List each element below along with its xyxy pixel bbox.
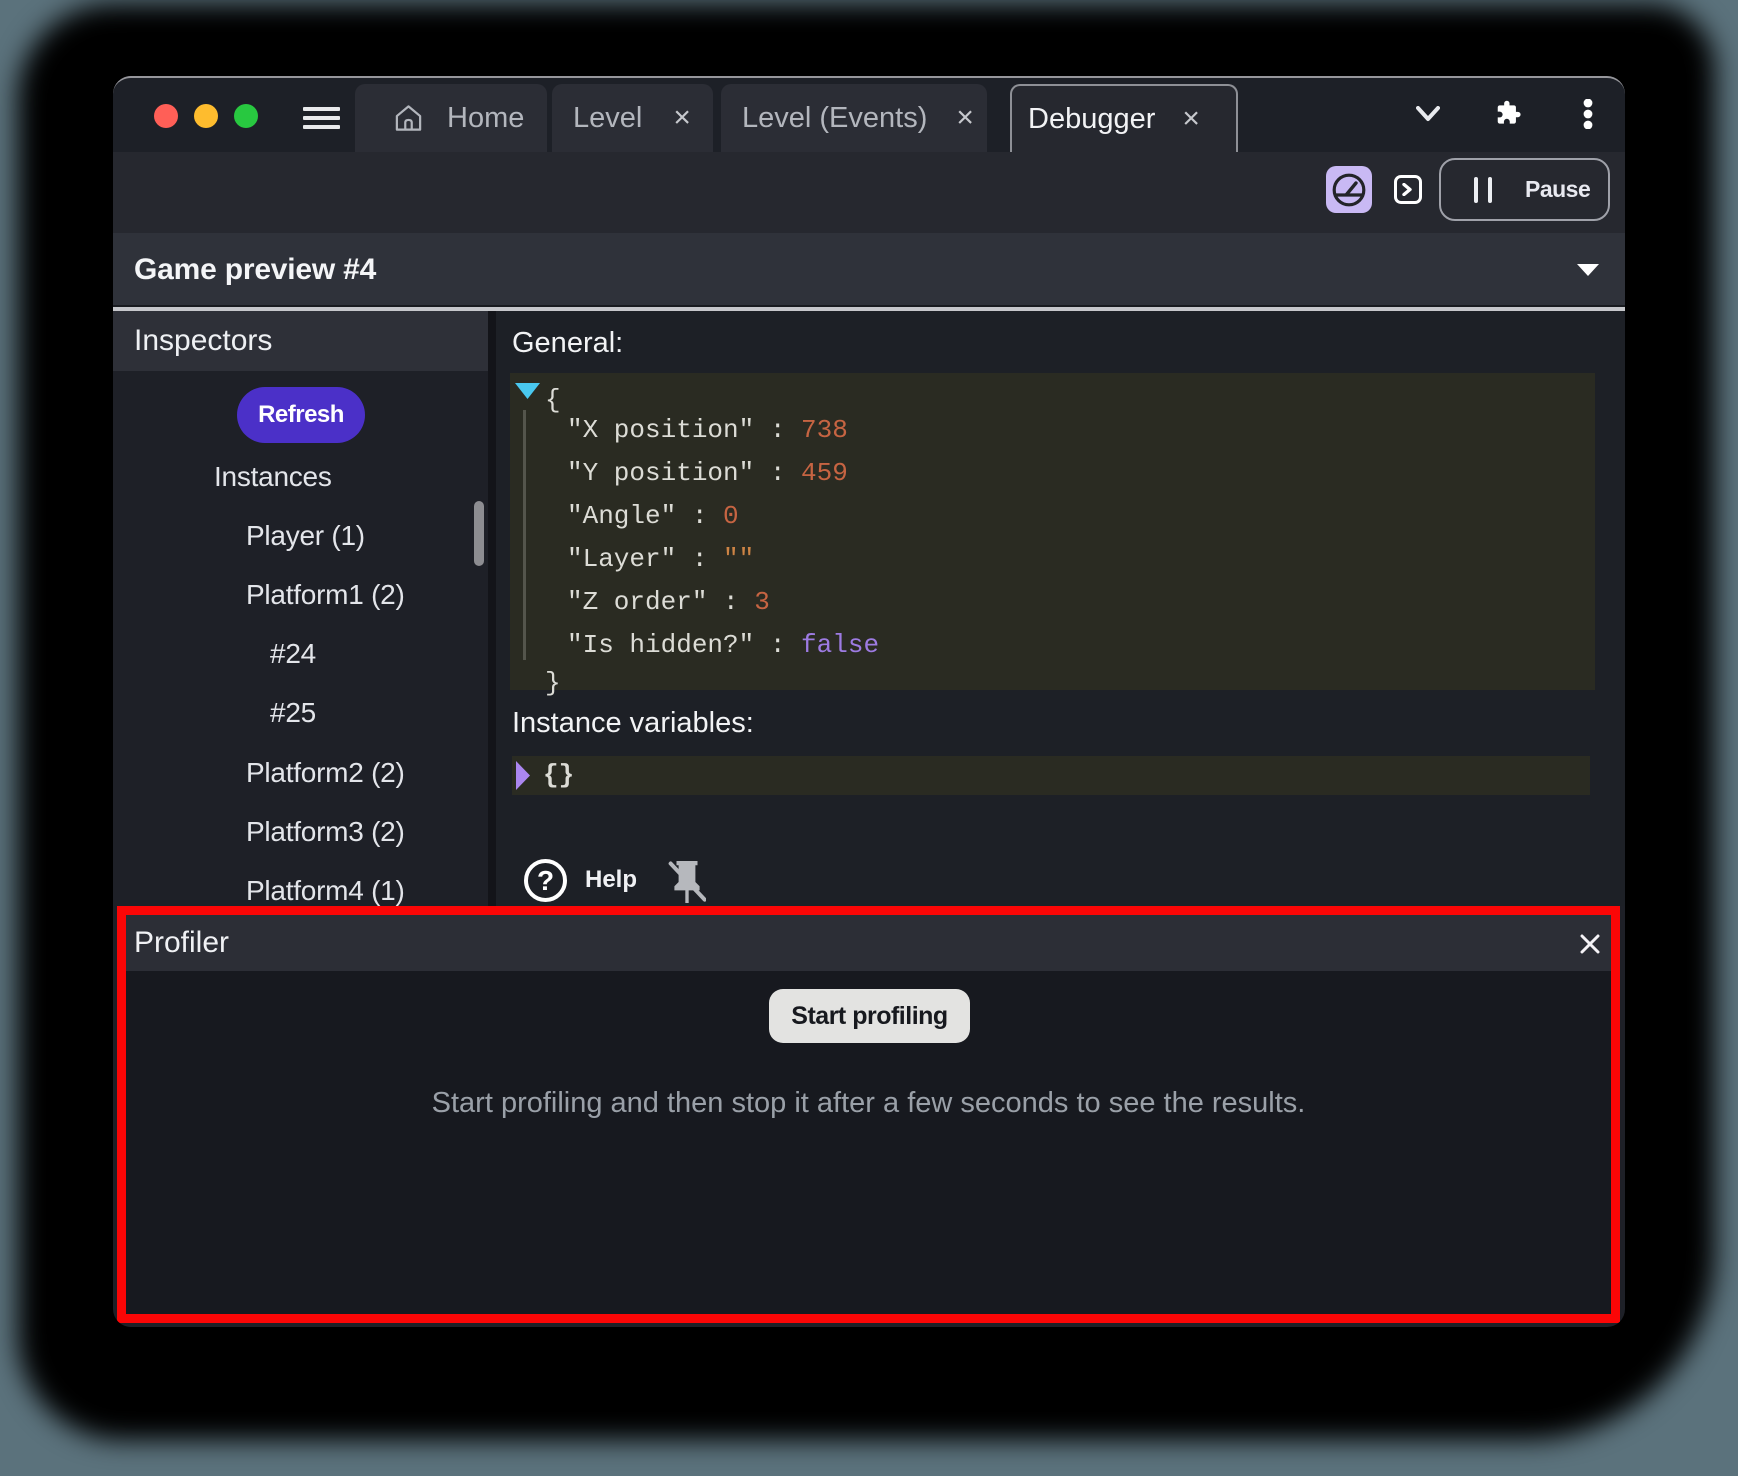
svg-text:?: ? — [537, 865, 554, 896]
